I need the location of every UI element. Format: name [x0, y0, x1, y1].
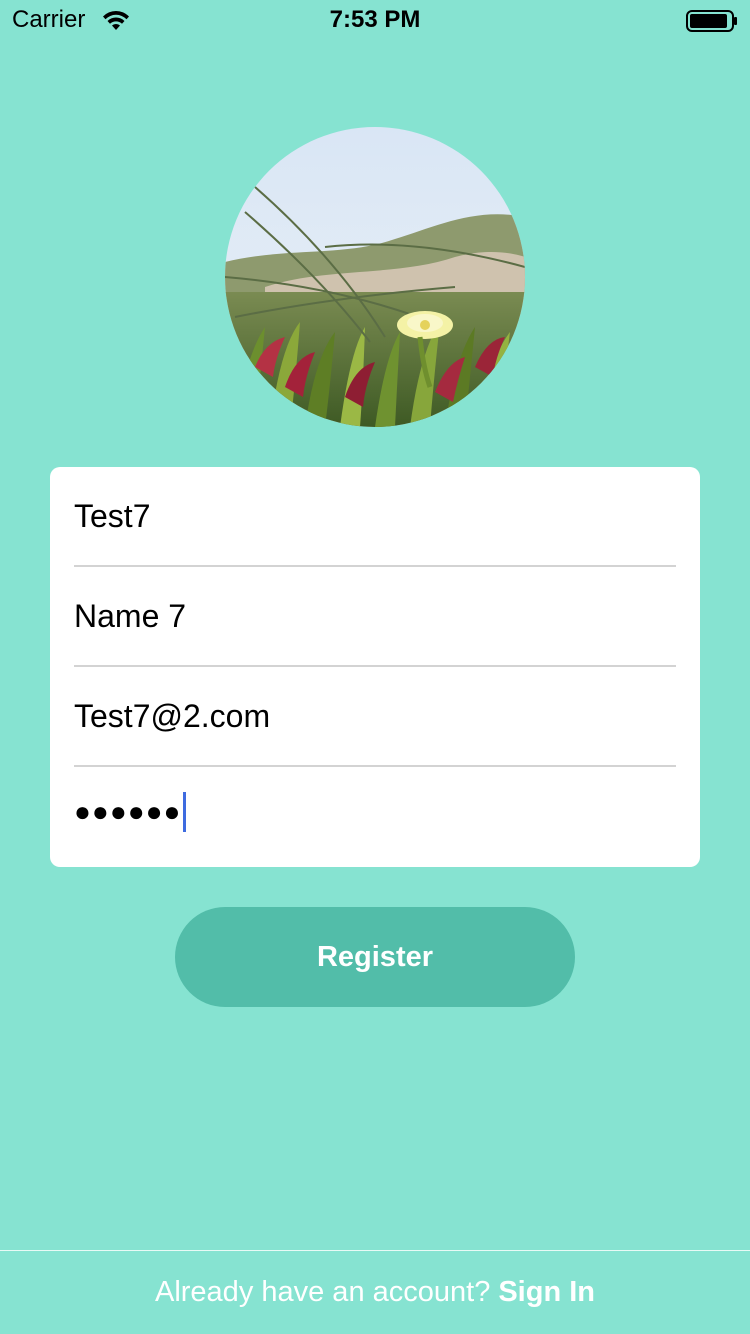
- name-field[interactable]: Name 7: [74, 567, 676, 667]
- name-input-value[interactable]: Name 7: [74, 597, 186, 635]
- sign-in-footer[interactable]: Already have an account? Sign In: [0, 1251, 750, 1334]
- sign-in-link[interactable]: Sign In: [498, 1276, 595, 1309]
- status-bar: Carrier 7:53 PM: [0, 0, 750, 40]
- password-field[interactable]: ●●●●●●: [74, 767, 676, 867]
- register-button[interactable]: Register: [175, 907, 575, 1007]
- registration-form: Test7 Name 7 Test7@2.com ●●●●●●: [50, 467, 700, 867]
- status-time: 7:53 PM: [329, 6, 421, 33]
- password-mask: ●●●●●●: [74, 796, 182, 827]
- username-field[interactable]: Test7: [74, 467, 676, 567]
- sign-in-prompt: Already have an account?: [154, 1276, 491, 1308]
- username-input-value[interactable]: Test7: [74, 497, 150, 535]
- avatar[interactable]: [225, 127, 525, 427]
- battery-icon: [686, 10, 738, 32]
- email-field[interactable]: Test7@2.com: [74, 667, 676, 767]
- email-input-value[interactable]: Test7@2.com: [74, 697, 270, 735]
- profile-photo: [225, 127, 525, 427]
- text-caret: [183, 792, 187, 832]
- password-input[interactable]: ●●●●●●: [74, 792, 187, 832]
